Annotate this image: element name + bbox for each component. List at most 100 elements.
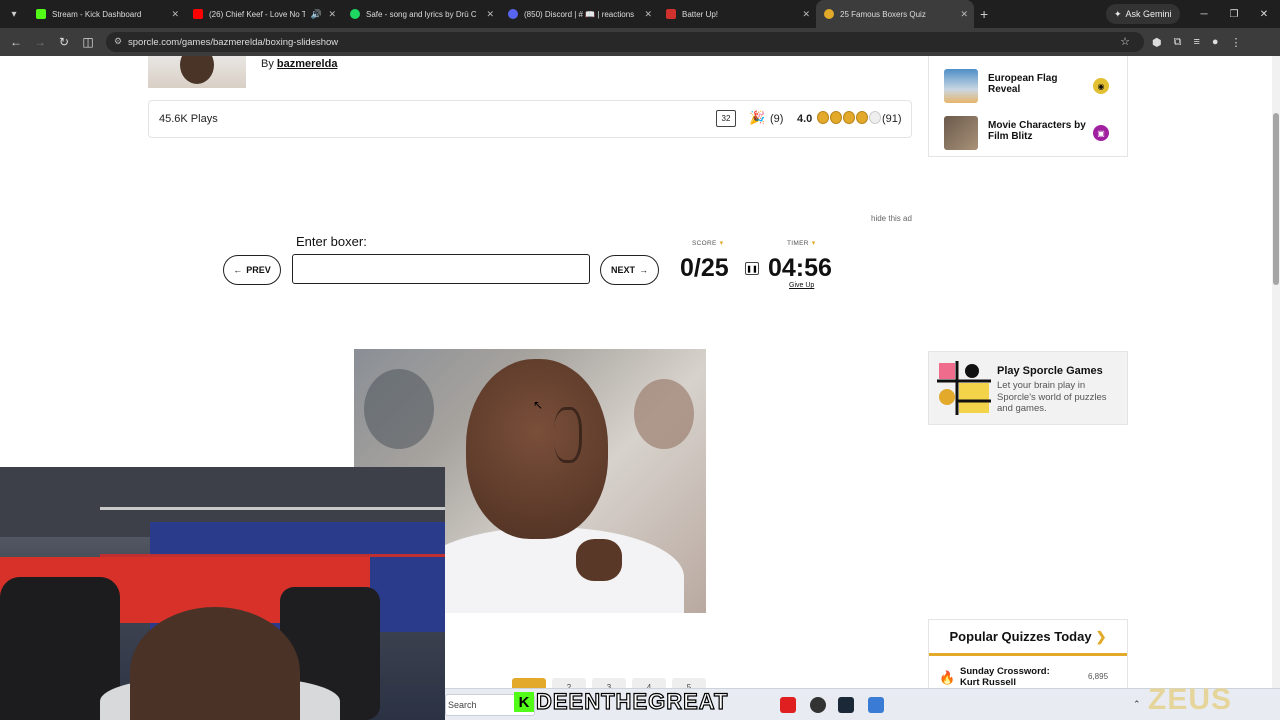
extensions-puzzle-icon[interactable]: ⧉ <box>1174 36 1182 49</box>
related-quiz-thumbnail <box>944 116 978 150</box>
tab-label: (850) Discord | # 📖 | reactions <box>524 9 635 19</box>
give-up-link[interactable]: Give Up <box>789 282 814 289</box>
score-heading[interactable]: SCORE ▾ <box>692 239 723 247</box>
medal-empty-icon <box>869 111 881 124</box>
streamer-name-overlay: K DEENTHEGREAT <box>514 688 729 715</box>
extension-icon[interactable]: ⬢ <box>1152 36 1162 49</box>
close-tab-icon[interactable]: ✕ <box>960 9 968 20</box>
tab-kick-dashboard[interactable]: Stream - Kick Dashboard ✕ <box>28 0 185 28</box>
kick-logo-icon: K <box>514 692 534 712</box>
webcam-overlay: zeus <box>0 467 445 720</box>
medal-icon <box>843 111 855 124</box>
tab-boxers-quiz[interactable]: 25 Famous Boxers Quiz ✕ <box>816 0 974 28</box>
sporcle-favicon-icon <box>666 9 676 19</box>
pause-icon: ❚❚ <box>746 265 758 273</box>
speaker-icon[interactable]: 🔊 <box>311 9 322 20</box>
steam-app-icon[interactable] <box>838 697 854 713</box>
tab-spotify[interactable]: Safe - song and lyrics by Drū Ch ✕ <box>342 0 500 28</box>
bookmark-star-icon[interactable]: ☆ <box>1120 35 1130 48</box>
popular-heading[interactable]: Popular Quizzes Today ❯ <box>929 620 1127 656</box>
chevron-right-icon: ❯ <box>1095 628 1107 644</box>
close-tab-icon[interactable]: ✕ <box>328 9 336 20</box>
page-scrollbar[interactable] <box>1272 56 1280 720</box>
kick-favicon-icon <box>36 9 46 19</box>
score-value: 0/25 <box>680 254 729 282</box>
promo-title: Play Sporcle Games <box>997 365 1103 377</box>
profile-avatar-icon[interactable]: ● <box>1212 36 1219 48</box>
discord-favicon-icon <box>508 9 518 19</box>
quiz-stats-bar: 45.6K Plays 32 🎉 (9) 4.0 (91) <box>148 100 912 138</box>
obs-app-icon[interactable] <box>810 697 826 713</box>
next-button[interactable]: NEXT → <box>600 255 659 285</box>
timer-value: 04:56 <box>768 254 832 282</box>
celebrations-count: (9) <box>770 113 784 125</box>
pause-button[interactable]: ❚❚ <box>745 262 759 275</box>
arrow-left-icon: ← <box>233 265 243 275</box>
tab-discord[interactable]: (850) Discord | # 📖 | reactions ✕ <box>500 0 658 28</box>
tab-label: Stream - Kick Dashboard <box>52 9 142 19</box>
youtube-favicon-icon <box>193 9 203 19</box>
close-window-icon[interactable]: ✕ <box>1248 0 1280 28</box>
sporcle-favicon-icon <box>824 9 834 19</box>
spotify-favicon-icon <box>350 9 360 19</box>
comments-count: 32 <box>721 114 731 123</box>
minimize-icon[interactable]: ─ <box>1188 0 1220 28</box>
menu-kebab-icon[interactable]: ⋮ <box>1231 36 1242 49</box>
related-quiz-item[interactable]: European Flag Reveal ◉ <box>944 69 1124 103</box>
back-icon[interactable]: ← <box>4 28 28 56</box>
hide-ad-link[interactable]: hide this ad <box>871 214 912 223</box>
party-popper-icon[interactable]: 🎉 <box>749 110 765 126</box>
address-bar[interactable]: ⚙ sporcle.com/games/bazmerelda/boxing-sl… <box>106 32 1144 52</box>
related-quiz-title: Movie Characters by Film Blitz <box>988 120 1086 142</box>
tab-search-icon[interactable]: ▾ <box>0 0 28 28</box>
rating-count: (91) <box>882 113 902 125</box>
media-controls-icon[interactable]: ≡ <box>1193 36 1199 48</box>
sporcle-games-promo[interactable]: Play Sporcle Games Let your brain play i… <box>928 351 1128 425</box>
chevron-down-icon: ▾ <box>719 240 724 247</box>
close-tab-icon[interactable]: ✕ <box>644 9 652 20</box>
rating-medals[interactable] <box>817 111 881 124</box>
medal-icon <box>856 111 868 124</box>
chevron-down-icon: ▾ <box>811 240 816 247</box>
tray-chevron-icon[interactable]: ⌃ <box>1133 699 1141 710</box>
scrollbar-thumb[interactable] <box>1273 113 1279 285</box>
quiz-thumbnail <box>148 56 246 88</box>
zeus-logo: ZEUS <box>1148 683 1232 717</box>
related-quiz-thumbnail <box>944 69 978 103</box>
related-quiz-title: European Flag Reveal <box>988 73 1058 95</box>
close-tab-icon[interactable]: ✕ <box>486 9 494 20</box>
medal-icon <box>830 111 842 124</box>
reload-icon[interactable]: ↻ <box>52 28 76 56</box>
answer-input[interactable] <box>292 254 590 284</box>
restore-icon[interactable]: ❐ <box>1218 0 1250 28</box>
related-quizzes: European Flag Reveal ◉ Movie Characters … <box>928 56 1128 157</box>
tab-batter-up[interactable]: Batter Up! ✕ <box>658 0 816 28</box>
close-tab-icon[interactable]: ✕ <box>171 9 179 20</box>
promo-text: Let your brain play in Sporcle's world o… <box>997 380 1107 414</box>
popular-quiz-title: Sunday Crossword: Kurt Russell <box>960 666 1050 688</box>
ask-gemini-button[interactable]: ✦ Ask Gemini <box>1106 4 1180 24</box>
prev-label: PREV <box>246 265 271 275</box>
side-panel-icon[interactable]: ◫ <box>76 28 100 56</box>
gemini-label: Ask Gemini <box>1125 9 1172 19</box>
sporcle-games-logo-icon <box>937 361 991 415</box>
app-icon[interactable] <box>868 697 884 713</box>
related-quiz-item[interactable]: Movie Characters by Film Blitz ▣ <box>944 116 1124 150</box>
new-tab-icon[interactable]: + <box>980 6 988 22</box>
author-link[interactable]: bazmerelda <box>277 58 338 70</box>
tab-youtube[interactable]: (26) Chief Keef - Love No Th 🔊 ✕ <box>185 0 342 28</box>
tab-strip: ▾ Stream - Kick Dashboard ✕ (26) Chief K… <box>0 0 1280 28</box>
site-info-icon[interactable]: ⚙ <box>114 36 122 47</box>
forward-icon[interactable]: → <box>28 28 52 56</box>
streamer-name: DEENTHEGREAT <box>535 688 729 714</box>
kick-letter: K <box>518 693 530 711</box>
tab-label: Safe - song and lyrics by Drū Ch <box>366 9 476 19</box>
comments-button[interactable]: 32 <box>716 110 736 127</box>
close-tab-icon[interactable]: ✕ <box>802 9 810 20</box>
timer-heading[interactable]: TIMER ▾ <box>787 239 816 247</box>
popular-quiz-count: 6,895 <box>1088 672 1109 681</box>
answer-prompt-label: Enter boxer: <box>296 234 367 249</box>
timer-heading-text: TIMER <box>787 240 809 247</box>
prev-button[interactable]: ← PREV <box>223 255 281 285</box>
youtube-app-icon[interactable] <box>780 697 796 713</box>
